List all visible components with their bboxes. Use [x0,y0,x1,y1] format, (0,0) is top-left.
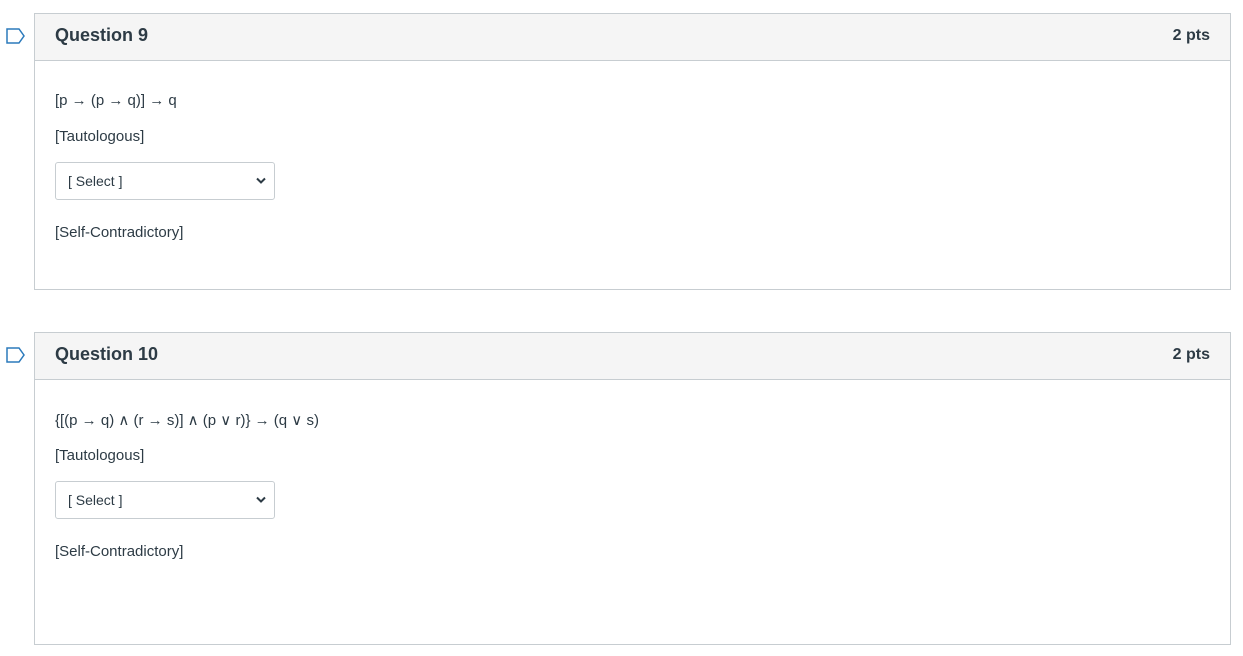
question-10: Question 10 2 pts {[(p → q) ∧ (r → s)] ∧… [6,332,1231,645]
answer-select[interactable]: [ Select ] [55,162,275,200]
chevron-down-icon [256,496,266,503]
question-statement: [p → (p → q)] → q [55,92,177,109]
select-value: [ Select ] [68,492,123,508]
flag-question-icon[interactable] [6,347,26,363]
question-title: Question 10 [55,344,159,364]
question-9: Question 9 2 pts [p → (p → q)] → q [Taut… [6,13,1231,290]
question-title: Question 9 [55,25,149,45]
answer-label-tautologous: [Tautologous] [55,128,145,145]
question-statement: {[(p → q) ∧ (r → s)] ∧ (p ∨ r)} → (q ∨ s… [55,412,319,429]
question-points: 2 pts [1172,346,1210,363]
select-value: [ Select ] [68,173,123,189]
question-header: Question 10 2 pts [35,333,1230,380]
chevron-down-icon [256,177,266,184]
answer-label-self-contradictory: [Self-Contradictory] [55,224,184,241]
flag-question-icon[interactable] [6,28,26,44]
answer-label-tautologous: [Tautologous] [55,447,145,464]
question-header: Question 9 2 pts [35,14,1230,61]
answer-label-self-contradictory: [Self-Contradictory] [55,543,184,560]
answer-select[interactable]: [ Select ] [55,481,275,519]
question-points: 2 pts [1172,27,1210,44]
